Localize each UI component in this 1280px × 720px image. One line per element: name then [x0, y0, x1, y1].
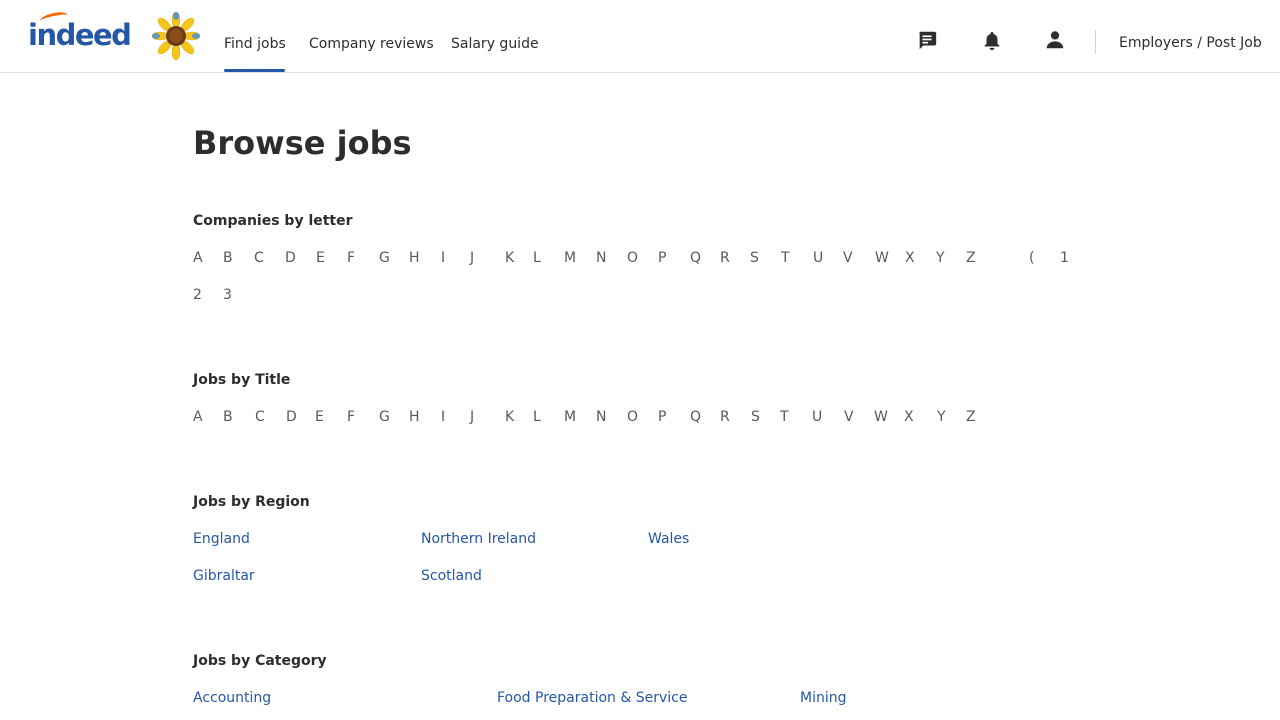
company-letter-z[interactable]: Z: [966, 249, 976, 267]
bell-icon: [984, 31, 999, 51]
company-letter-i[interactable]: I: [441, 249, 445, 267]
profile-button[interactable]: [1044, 28, 1066, 52]
company-letter-v[interactable]: V: [843, 249, 853, 267]
person-icon: [1046, 31, 1064, 49]
company-letter-d[interactable]: D: [285, 249, 296, 267]
title-letter-w[interactable]: W: [874, 408, 888, 426]
company-letter-f[interactable]: F: [347, 249, 355, 267]
employers-post-job-link[interactable]: Employers / Post Job: [1119, 33, 1262, 53]
title-letter-a[interactable]: A: [193, 408, 203, 426]
page-title: Browse jobs: [193, 124, 412, 162]
title-letter-u[interactable]: U: [812, 408, 822, 426]
company-letter-s[interactable]: S: [750, 249, 759, 267]
company-letter-3[interactable]: 3: [223, 286, 232, 304]
category-link-mining[interactable]: Mining: [800, 688, 847, 708]
title-letter-k[interactable]: K: [505, 408, 514, 426]
jobs-by-region-heading: Jobs by Region: [193, 494, 310, 510]
title-letter-s[interactable]: S: [751, 408, 760, 426]
chat-bubble-icon: [919, 31, 937, 50]
company-letter-1[interactable]: 1: [1060, 249, 1069, 267]
company-letter-k[interactable]: K: [505, 249, 514, 267]
title-letter-n[interactable]: N: [596, 408, 606, 426]
title-letter-o[interactable]: O: [627, 408, 638, 426]
region-link-gibraltar[interactable]: Gibraltar: [193, 566, 255, 586]
company-letter-2[interactable]: 2: [193, 286, 202, 304]
company-letter-l[interactable]: L: [533, 249, 541, 267]
company-letter-e[interactable]: E: [316, 249, 325, 267]
companies-by-letter-heading: Companies by letter: [193, 213, 353, 229]
title-letter-c[interactable]: C: [255, 408, 265, 426]
company-letter-o[interactable]: O: [627, 249, 638, 267]
nav-find-jobs[interactable]: Find jobs: [221, 33, 289, 57]
header-divider: [1095, 30, 1096, 54]
indeed-logo[interactable]: indeed: [28, 10, 138, 54]
company-letter-p[interactable]: P: [658, 249, 666, 267]
company-letter-x[interactable]: X: [905, 249, 915, 267]
title-letter-d[interactable]: D: [286, 408, 297, 426]
title-letter-m[interactable]: M: [564, 408, 576, 426]
title-letter-b[interactable]: B: [223, 408, 233, 426]
messages-button[interactable]: [912, 26, 942, 54]
company-letter-a[interactable]: A: [193, 249, 203, 267]
category-link-food-preparation-service[interactable]: Food Preparation & Service: [497, 688, 687, 708]
jobs-by-category-heading: Jobs by Category: [193, 653, 327, 669]
title-letter-e[interactable]: E: [315, 408, 324, 426]
nav-company-reviews[interactable]: Company reviews: [306, 33, 437, 57]
title-letter-p[interactable]: P: [658, 408, 666, 426]
title-letter-j[interactable]: J: [470, 408, 474, 426]
nav-salary-guide[interactable]: Salary guide: [448, 33, 542, 57]
title-letter-y[interactable]: Y: [937, 408, 946, 426]
title-letter-i[interactable]: I: [441, 408, 445, 426]
company-letter-q[interactable]: Q: [690, 249, 701, 267]
top-navigation-bar: indeed Find jobs Company reviews Salary …: [0, 0, 1280, 73]
company-letter-u[interactable]: U: [813, 249, 823, 267]
title-letter-x[interactable]: X: [904, 408, 914, 426]
company-letter-paren[interactable]: (: [1029, 249, 1034, 267]
notifications-button[interactable]: [970, 22, 1013, 60]
company-letter-b[interactable]: B: [223, 249, 233, 267]
region-link-scotland[interactable]: Scotland: [421, 566, 482, 586]
active-tab-indicator: [224, 69, 285, 72]
sunflower-icon: [152, 12, 200, 60]
title-letter-v[interactable]: V: [844, 408, 854, 426]
jobs-by-title-heading: Jobs by Title: [193, 372, 291, 388]
company-letter-w[interactable]: W: [875, 249, 889, 267]
region-link-northern-ireland[interactable]: Northern Ireland: [421, 529, 536, 549]
title-letter-z[interactable]: Z: [966, 408, 976, 426]
company-letter-r[interactable]: R: [720, 249, 730, 267]
title-letter-r[interactable]: R: [720, 408, 730, 426]
company-letter-n[interactable]: N: [596, 249, 606, 267]
region-link-england[interactable]: England: [193, 529, 250, 549]
company-letter-j[interactable]: J: [470, 249, 474, 267]
company-letter-y[interactable]: Y: [936, 249, 945, 267]
title-letter-t[interactable]: T: [780, 408, 789, 426]
company-letter-m[interactable]: M: [564, 249, 576, 267]
title-letter-f[interactable]: F: [347, 408, 355, 426]
title-letter-h[interactable]: H: [409, 408, 420, 426]
title-letter-l[interactable]: L: [533, 408, 541, 426]
title-letter-g[interactable]: G: [379, 408, 390, 426]
company-letter-g[interactable]: G: [379, 249, 390, 267]
region-link-wales[interactable]: Wales: [648, 529, 689, 549]
company-letter-h[interactable]: H: [409, 249, 420, 267]
company-letter-c[interactable]: C: [254, 249, 264, 267]
company-letter-t[interactable]: T: [781, 249, 790, 267]
title-letter-q[interactable]: Q: [690, 408, 701, 426]
category-link-accounting[interactable]: Accounting: [193, 688, 271, 708]
